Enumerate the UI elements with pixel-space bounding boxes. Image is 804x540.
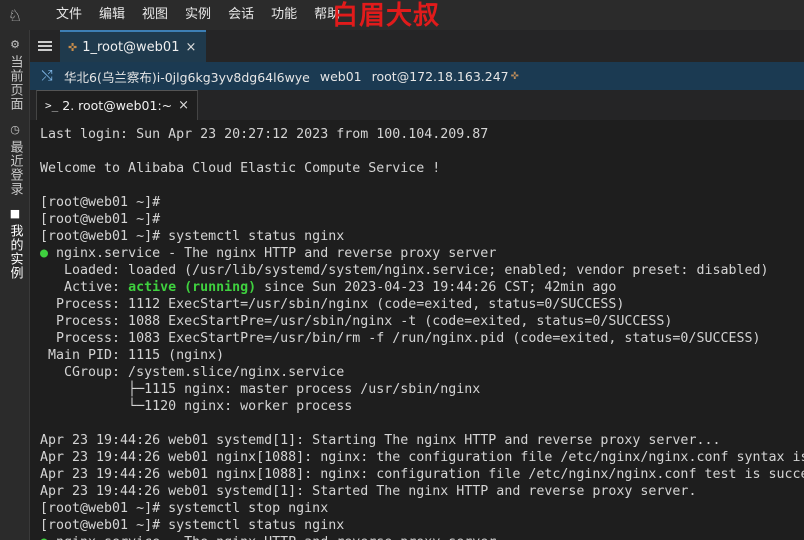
session-tab[interactable]: ✜ 1_root@web01 × — [60, 30, 207, 62]
terminal-line: [root@web01 ~]# — [40, 195, 161, 210]
gear-icon: ⚙ — [8, 37, 22, 52]
menu-item[interactable]: 视图 — [142, 0, 168, 30]
menu-item[interactable]: 文件 — [56, 0, 82, 30]
close-icon[interactable]: × — [185, 40, 196, 55]
terminal-line: CGroup: /system.slice/nginx.service — [40, 365, 345, 380]
menu-item[interactable]: 功能 — [271, 0, 297, 30]
instance-region-id: 华北6(乌兰察布)i-0jlg6kg3yv8dg64l6wye — [64, 69, 310, 85]
terminal-line: ● nginx.service - The nginx HTTP and rev… — [40, 246, 497, 261]
instance-host: web01 — [319, 68, 362, 84]
terminal-line: Process: 1088 ExecStartPre=/usr/sbin/ngi… — [40, 314, 673, 329]
terminal-tab[interactable]: >_ 2. root@web01:~ × — [36, 90, 199, 120]
terminal-line: Last login: Sun Apr 23 20:27:12 2023 fro… — [40, 127, 489, 142]
sidebar-tab-current-page[interactable]: ⚙ 当前页面 — [0, 34, 30, 114]
sessions-menu-button[interactable] — [30, 30, 60, 62]
terminal-line: [root@web01 ~]# systemctl status nginx — [40, 229, 345, 244]
instance-user-ip: root@172.18.163.247 — [371, 68, 509, 84]
status-dot-icon: ● — [40, 535, 48, 540]
status-dot-icon: ● — [40, 246, 49, 261]
app-logo-icon[interactable]: ♘ — [0, 0, 30, 30]
terminal-line: ● nginx.service - The nginx HTTP and rev… — [40, 534, 804, 540]
terminal-line: Welcome to Alibaba Cloud Elastic Compute… — [40, 161, 441, 176]
sidebar-tab-label: 我的实例 — [7, 223, 23, 280]
terminal-line: Apr 23 19:44:26 web01 nginx[1088]: nginx… — [40, 450, 804, 465]
sidebar-tab-label: 当前页面 — [7, 54, 23, 111]
server-icon: ■ — [8, 206, 22, 221]
instance-info-bar: ⤭ 华北6(乌兰察布)i-0jlg6kg3yv8dg64l6wye web01 … — [30, 62, 804, 90]
terminal-line: Main PID: 1115 (nginx) — [40, 348, 225, 363]
terminal-line: [root@web01 ~]# systemctl status nginx — [40, 518, 345, 533]
terminal-line: Process: 1083 ExecStartPre=/usr/bin/rm -… — [40, 331, 761, 346]
sidebar-tab-label: 最近登录 — [7, 139, 23, 196]
terminal-line: Apr 23 19:44:26 web01 nginx[1088]: nginx… — [40, 467, 804, 482]
session-tab-label: 1_root@web01 — [82, 39, 180, 55]
terminal-tab-label: 2. root@web01:~ — [62, 98, 173, 113]
terminal-line: Loaded: loaded (/usr/lib/systemd/system/… — [40, 263, 769, 278]
active-status-text: active (running) — [128, 280, 257, 295]
left-sidebar: ⚙ 当前页面 ◷ 最近登录 ■ 我的实例 — [0, 30, 30, 540]
menu-bar: ♘ 文件 编辑 视图 实例 会话 功能 帮助 白眉大叔 — [0, 0, 804, 31]
terminal-line: └─1120 nginx: worker process — [40, 399, 353, 414]
menu-items: 文件 编辑 视图 实例 会话 功能 帮助 — [56, 0, 357, 30]
terminal-tab-bar: >_ 2. root@web01:~ × — [30, 90, 804, 120]
terminal-output[interactable]: Last login: Sun Apr 23 20:27:12 2023 fro… — [30, 120, 804, 540]
sidebar-tab-recent-login[interactable]: ◷ 最近登录 — [0, 118, 30, 200]
terminal-line: [root@web01 ~]# systemctl stop nginx — [40, 501, 329, 516]
hamburger-icon — [38, 41, 52, 51]
watermark-logo: 白眉大叔 — [332, 1, 441, 31]
terminal-line: ├─1115 nginx: master process /usr/sbin/n… — [40, 382, 481, 397]
terminal-prompt-icon: >_ — [45, 99, 59, 112]
terminal-line: Apr 23 19:44:26 web01 systemd[1]: Starte… — [40, 484, 697, 499]
plug-icon: ✜ — [68, 40, 78, 54]
menu-item[interactable]: 会话 — [228, 0, 254, 30]
terminal-line: Process: 1112 ExecStart=/usr/sbin/nginx … — [40, 297, 625, 312]
plug-icon: ✜ — [510, 70, 519, 82]
collapse-toggle-icon[interactable]: ⤭ — [30, 68, 64, 84]
session-tab-bar: ✜ 1_root@web01 × — [30, 30, 804, 62]
close-icon[interactable]: × — [178, 98, 189, 113]
terminal-line: Apr 23 19:44:26 web01 systemd[1]: Starti… — [40, 433, 721, 448]
terminal-line: [root@web01 ~]# — [40, 212, 161, 227]
terminal-line: Active: active (running) since Sun 2023-… — [40, 280, 617, 295]
sidebar-tab-my-instances[interactable]: ■ 我的实例 — [0, 202, 30, 284]
menu-item[interactable]: 编辑 — [99, 0, 125, 30]
clock-icon: ◷ — [8, 122, 22, 137]
menu-item[interactable]: 实例 — [185, 0, 211, 30]
